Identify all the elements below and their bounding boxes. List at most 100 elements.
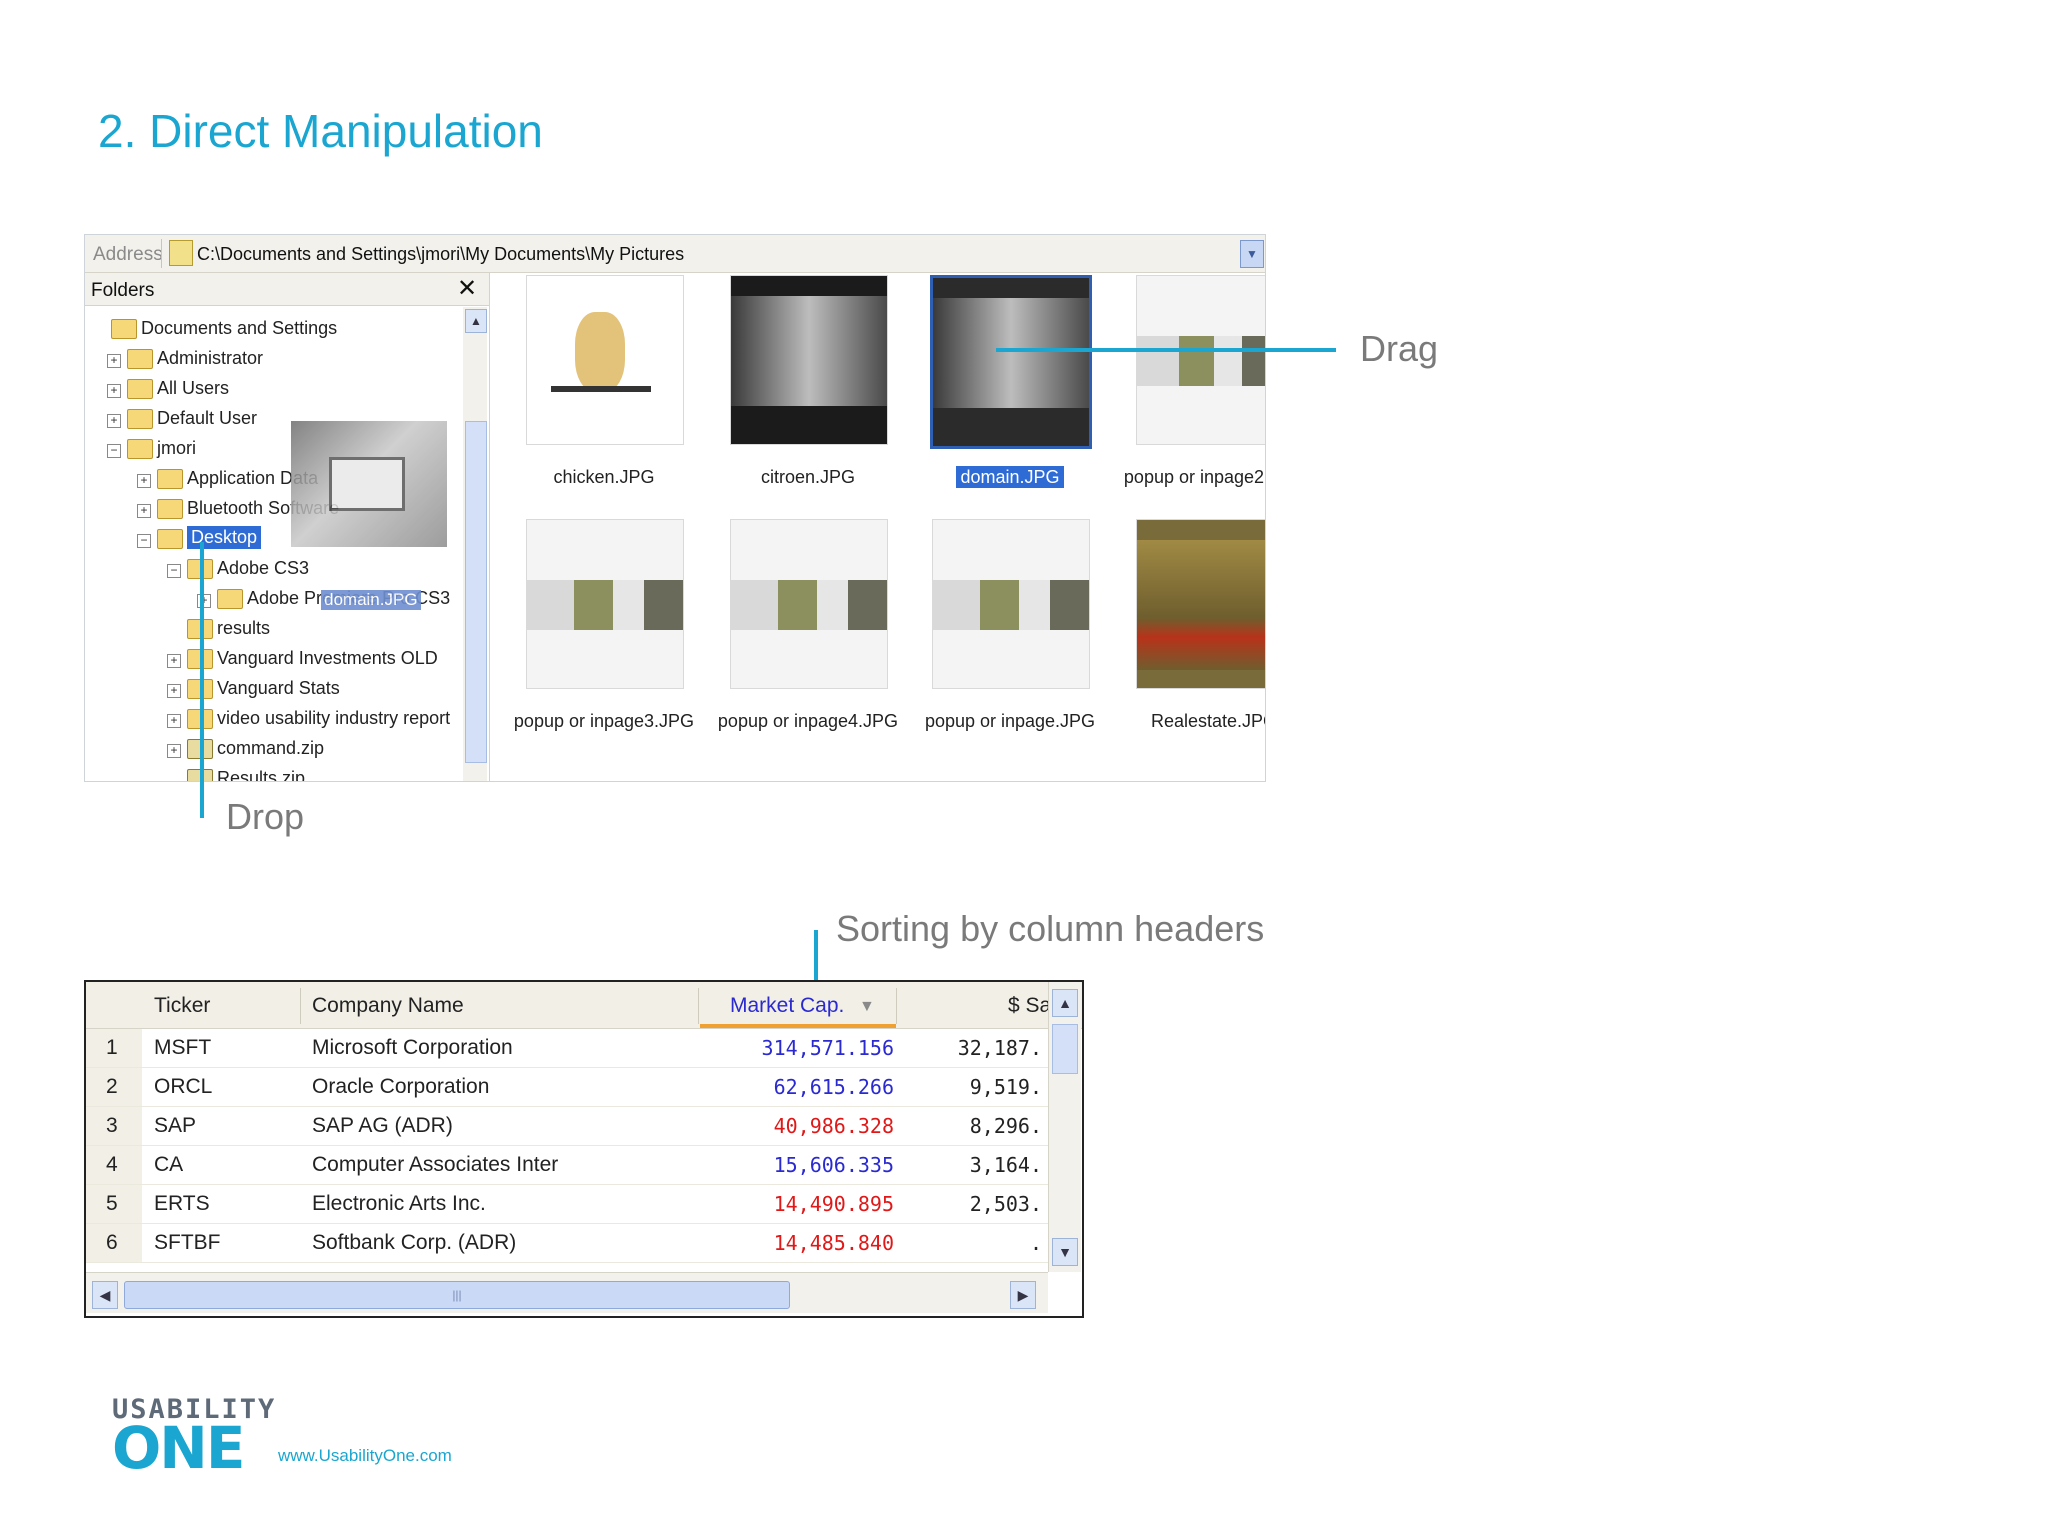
thumbnail-label[interactable]: Realestate.JPG <box>1114 711 1266 732</box>
scroll-thumb[interactable]: ||| <box>124 1281 790 1309</box>
tree-item-label: Documents and Settings <box>141 318 338 338</box>
chevron-down-icon[interactable]: ▼ <box>1052 1238 1078 1266</box>
thumbnail-label-text: popup or inpage3.JPG <box>513 711 695 731</box>
thumbnail-label[interactable]: popup or inpage2.JPG <box>1114 467 1265 488</box>
ticker-cell: MSFT <box>154 1036 212 1059</box>
chevron-right-icon[interactable]: ▶ <box>1010 1281 1036 1309</box>
thumbnail-image <box>933 278 1089 446</box>
ticker-cell: SAP <box>154 1114 197 1137</box>
thumbnail[interactable] <box>526 275 684 445</box>
scroll-up-icon[interactable]: ▲ <box>465 309 487 333</box>
column-header-company[interactable]: Company Name <box>312 994 464 1018</box>
thumbnail-label[interactable]: popup or inpage3.JPG <box>504 711 704 732</box>
thumbnail-label[interactable]: popup or inpage4.JPG <box>708 711 908 732</box>
close-icon[interactable]: ✕ <box>457 274 477 303</box>
market-cap-cell: 15,606.335 <box>773 1153 894 1177</box>
column-header-sales[interactable]: $ Sa <box>1008 994 1051 1018</box>
thumbnail-image <box>1137 520 1265 688</box>
chevron-left-icon[interactable]: ◀ <box>92 1281 118 1309</box>
ticker-cell: CA <box>154 1153 184 1176</box>
drop-callout-label: Drop <box>226 796 305 837</box>
sort-indicator <box>700 1024 896 1028</box>
column-header-ticker[interactable]: Ticker <box>154 994 210 1018</box>
tree-item-label: Adobe CS3 <box>217 558 310 578</box>
tree-item-label: Vanguard Stats <box>217 678 340 698</box>
address-path-field[interactable]: C:\Documents and Settings\jmori\My Docum… <box>197 244 684 265</box>
thumbnail-label-text: citroen.JPG <box>760 467 856 487</box>
row-number: 5 <box>106 1192 118 1215</box>
thumbnail-label-text: popup or inpage2.JPG <box>1123 467 1265 487</box>
folder-icon <box>217 589 243 609</box>
scroll-thumb[interactable] <box>465 421 487 763</box>
folders-header: Folders ✕ <box>85 273 489 306</box>
drag-ghost-label: domain.JPG <box>321 590 421 610</box>
column-divider <box>896 988 897 1024</box>
collapse-icon[interactable]: − <box>137 534 151 548</box>
expand-icon[interactable]: + <box>167 684 181 698</box>
chevron-up-icon[interactable]: ▲ <box>1052 989 1078 1017</box>
expand-icon[interactable]: + <box>167 654 181 668</box>
folder-icon <box>127 349 153 369</box>
thumbnail[interactable] <box>730 275 888 445</box>
thumbnail[interactable] <box>730 519 888 689</box>
folders-title: Folders <box>91 280 155 301</box>
grid-horizontal-scrollbar[interactable]: ◀ ||| ▶ <box>86 1272 1048 1313</box>
drop-callout-line <box>200 542 204 818</box>
thumbnail-label-text: Realestate.JPG <box>1150 711 1266 731</box>
collapse-icon[interactable]: − <box>167 564 181 578</box>
thumbnail-label-text: chicken.JPG <box>553 467 655 487</box>
table-row[interactable]: 1 MSFT Microsoft Corporation 314,571.156 32,… <box>86 1029 1048 1068</box>
thumbnail[interactable] <box>1136 519 1265 689</box>
drag-callout-label: Drag <box>1360 328 1439 369</box>
company-cell: Electronic Arts Inc. <box>312 1192 486 1215</box>
expand-icon[interactable]: + <box>137 504 151 518</box>
company-cell: Softbank Corp. (ADR) <box>312 1231 517 1254</box>
expand-icon[interactable]: + <box>167 714 181 728</box>
sales-cell: 9,519. <box>969 1075 1042 1099</box>
thumbnail-label[interactable]: chicken.JPG <box>504 467 704 488</box>
thumbnail[interactable] <box>526 519 684 689</box>
column-divider <box>698 988 699 1024</box>
thumbnail[interactable] <box>932 519 1090 689</box>
expand-icon[interactable]: + <box>137 474 151 488</box>
collapse-icon[interactable]: − <box>107 444 121 458</box>
slide-title: 2. Direct Manipulation <box>98 105 543 157</box>
thumbnail-label-text: domain.JPG <box>956 466 1064 488</box>
thumbnail-label[interactable]: domain.JPG <box>910 466 1110 488</box>
scroll-thumb[interactable] <box>1052 1024 1078 1074</box>
row-number: 3 <box>106 1114 118 1137</box>
expand-icon[interactable]: + <box>107 414 121 428</box>
thumbnail-label-text: popup or inpage.JPG <box>924 711 1096 731</box>
folder-icon <box>157 499 183 519</box>
tree-scrollbar[interactable]: ▲ <box>463 307 487 781</box>
thumbnail-label[interactable]: popup or inpage.JPG <box>910 711 1110 732</box>
thumbnail-image <box>933 520 1089 688</box>
company-cell: Computer Associates Inter <box>312 1153 559 1176</box>
market-cap-cell: 14,485.840 <box>773 1231 894 1255</box>
column-divider <box>300 988 301 1024</box>
address-divider <box>161 239 162 268</box>
table-row[interactable]: 4 CA Computer Associates Inter 15,606.335 3,… <box>86 1146 1048 1185</box>
thumbnail[interactable] <box>930 275 1092 449</box>
table-row[interactable]: 2 ORCL Oracle Corporation 62,615.266 9,519. <box>86 1068 1048 1107</box>
folder-icon <box>169 240 193 266</box>
expand-icon[interactable]: + <box>107 384 121 398</box>
row-number: 1 <box>106 1036 118 1059</box>
table-row[interactable]: 3 SAP SAP AG (ADR) 40,986.328 8,296. <box>86 1107 1048 1146</box>
thumbnail-label[interactable]: citroen.JPG <box>708 467 908 488</box>
expand-icon[interactable]: + <box>107 354 121 368</box>
tree-item-label: Administrator <box>157 348 264 368</box>
thumbnail[interactable] <box>1136 275 1265 445</box>
expand-icon[interactable]: + <box>167 744 181 758</box>
sales-cell: 2,503. <box>969 1192 1042 1216</box>
grid-vertical-scrollbar[interactable]: ▲ ▼ <box>1048 982 1081 1272</box>
folder-icon <box>157 469 183 489</box>
row-number: 4 <box>106 1153 118 1176</box>
market-cap-cell: 62,615.266 <box>773 1075 894 1099</box>
chevron-down-icon[interactable]: ▼ <box>1240 240 1264 268</box>
sort-descending-icon[interactable]: ▼ <box>859 998 875 1016</box>
table-row[interactable]: 6 SFTBF Softbank Corp. (ADR) 14,485.840. <box>86 1224 1048 1263</box>
column-header-market-cap[interactable]: Market Cap. <box>730 994 844 1018</box>
thumbnail-image <box>731 520 887 688</box>
table-row[interactable]: 5 ERTS Electronic Arts Inc. 14,490.895 2,503… <box>86 1185 1048 1224</box>
